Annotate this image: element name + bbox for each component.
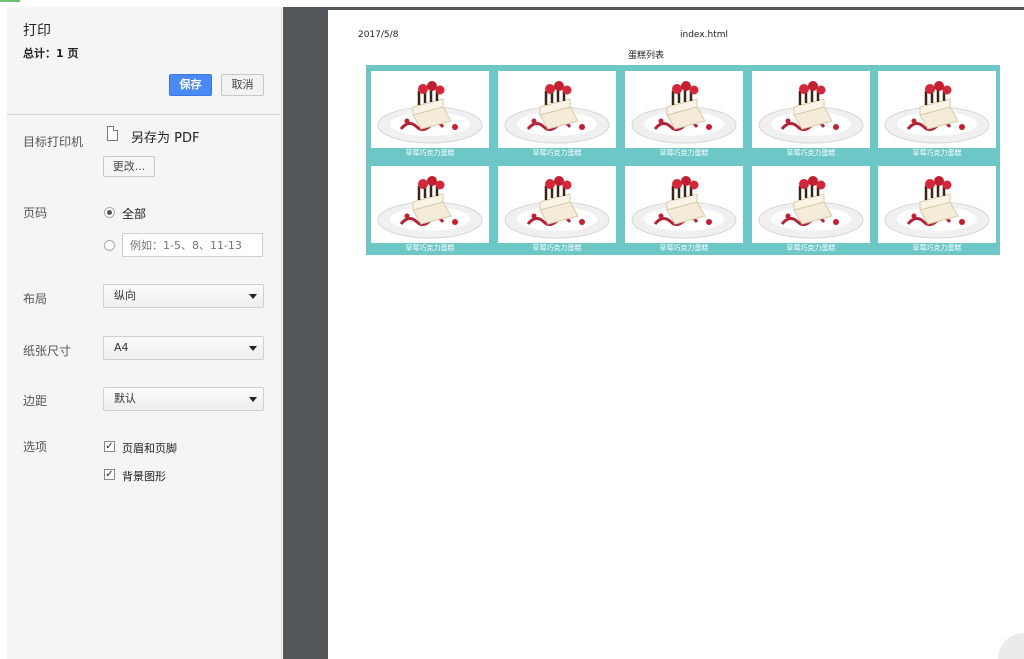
cake-card: 草莓巧克力蛋糕 xyxy=(625,71,743,159)
cake-card: 草莓巧克力蛋糕 xyxy=(752,166,870,254)
print-sidebar: 打印 总计：1 页 保存 取消 目标打印机 另存为 PDF 更改... 页码 全… xyxy=(7,7,282,659)
page-heading: 蛋糕列表 xyxy=(628,51,665,61)
pages-label: 页码 xyxy=(23,206,48,220)
change-destination-button[interactable]: 更改... xyxy=(103,156,155,177)
preview-page: 2017/5/8 index.html 蛋糕列表 草莓巧克力蛋糕 草莓巧克力蛋糕草… xyxy=(328,10,1024,659)
cake-caption: 草莓巧克力蛋糕 xyxy=(786,149,836,157)
pages-custom-radio[interactable] xyxy=(104,240,115,251)
margins-value: 默认 xyxy=(114,392,136,405)
cake-photo xyxy=(752,166,870,243)
pages-all-radio[interactable] xyxy=(104,207,115,218)
destination-label: 目标打印机 xyxy=(23,135,84,149)
cake-caption: 草莓巧克力蛋糕 xyxy=(532,244,582,252)
cake-caption: 草莓巧克力蛋糕 xyxy=(912,244,962,252)
margins-select[interactable]: 默认 xyxy=(103,387,264,411)
paper-size-value: A4 xyxy=(114,341,129,354)
pages-all-label: 全部 xyxy=(122,207,147,221)
cake-card: 草莓巧克力蛋糕 xyxy=(498,166,616,254)
paper-size-select[interactable]: A4 xyxy=(103,336,264,360)
cake-photo xyxy=(625,71,743,148)
cake-caption: 草莓巧克力蛋糕 xyxy=(786,244,836,252)
margins-label: 边距 xyxy=(23,394,48,408)
options-label: 选项 xyxy=(23,440,48,454)
chevron-down-icon xyxy=(249,294,257,299)
headers-footers-label: 页眉和页脚 xyxy=(122,442,177,455)
save-button[interactable]: 保存 xyxy=(169,74,212,96)
layout-select[interactable]: 纵向 xyxy=(103,284,264,308)
background-graphics-checkbox[interactable]: ✓ xyxy=(104,469,115,480)
dialog-title: 打印 xyxy=(23,23,51,39)
destination-value: 另存为 PDF xyxy=(131,131,200,146)
chevron-down-icon xyxy=(249,346,257,351)
cake-photo xyxy=(498,166,616,243)
cake-caption: 草莓巧克力蛋糕 xyxy=(405,149,455,157)
header-divider xyxy=(7,114,281,115)
cake-card: 草莓巧克力蛋糕 xyxy=(498,71,616,159)
cake-photo xyxy=(878,71,996,148)
cake-card: 草莓巧克力蛋糕 xyxy=(371,166,489,254)
cake-card: 草莓巧克力蛋糕 xyxy=(625,166,743,254)
cake-photo xyxy=(625,166,743,243)
cake-photo xyxy=(371,71,489,148)
cake-card: 草莓巧克力蛋糕 xyxy=(878,71,996,159)
page-range-input[interactable] xyxy=(122,233,263,257)
layout-label: 布局 xyxy=(23,292,48,306)
chevron-down-icon xyxy=(249,397,257,402)
background-graphics-label: 背景图形 xyxy=(122,470,166,483)
cake-card: 草莓巧克力蛋糕 xyxy=(752,71,870,159)
cake-caption: 草莓巧克力蛋糕 xyxy=(659,149,709,157)
top-edge-mark xyxy=(0,0,20,2)
print-preview: 2017/5/8 index.html 蛋糕列表 草莓巧克力蛋糕 草莓巧克力蛋糕草… xyxy=(283,7,1024,659)
cake-caption: 草莓巧克力蛋糕 xyxy=(405,244,455,252)
cake-caption: 草莓巧克力蛋糕 xyxy=(912,149,962,157)
headers-footers-checkbox[interactable]: ✓ xyxy=(104,441,115,452)
paper-size-label: 纸张尺寸 xyxy=(23,344,72,358)
cake-caption: 草莓巧克力蛋糕 xyxy=(532,149,582,157)
cake-photo xyxy=(498,71,616,148)
page-filename: index.html xyxy=(680,30,728,40)
layout-value: 纵向 xyxy=(114,289,136,302)
cake-card: 草莓巧克力蛋糕 xyxy=(371,71,489,159)
cancel-button[interactable]: 取消 xyxy=(221,74,264,96)
cake-photo xyxy=(878,166,996,243)
page-total: 总计：1 页 xyxy=(23,47,79,60)
cake-card: 草莓巧克力蛋糕 xyxy=(878,166,996,254)
pdf-file-icon xyxy=(107,126,118,141)
top-edge xyxy=(0,0,1024,7)
cake-photo xyxy=(371,166,489,243)
page-date: 2017/5/8 xyxy=(358,30,399,40)
cake-grid: 草莓巧克力蛋糕 草莓巧克力蛋糕 草莓巧克力蛋糕 草莓巧克力蛋糕 草莓巧克力蛋糕 草莓巧克力… xyxy=(366,65,1000,255)
cake-caption: 草莓巧克力蛋糕 xyxy=(659,244,709,252)
cake-photo xyxy=(752,71,870,148)
